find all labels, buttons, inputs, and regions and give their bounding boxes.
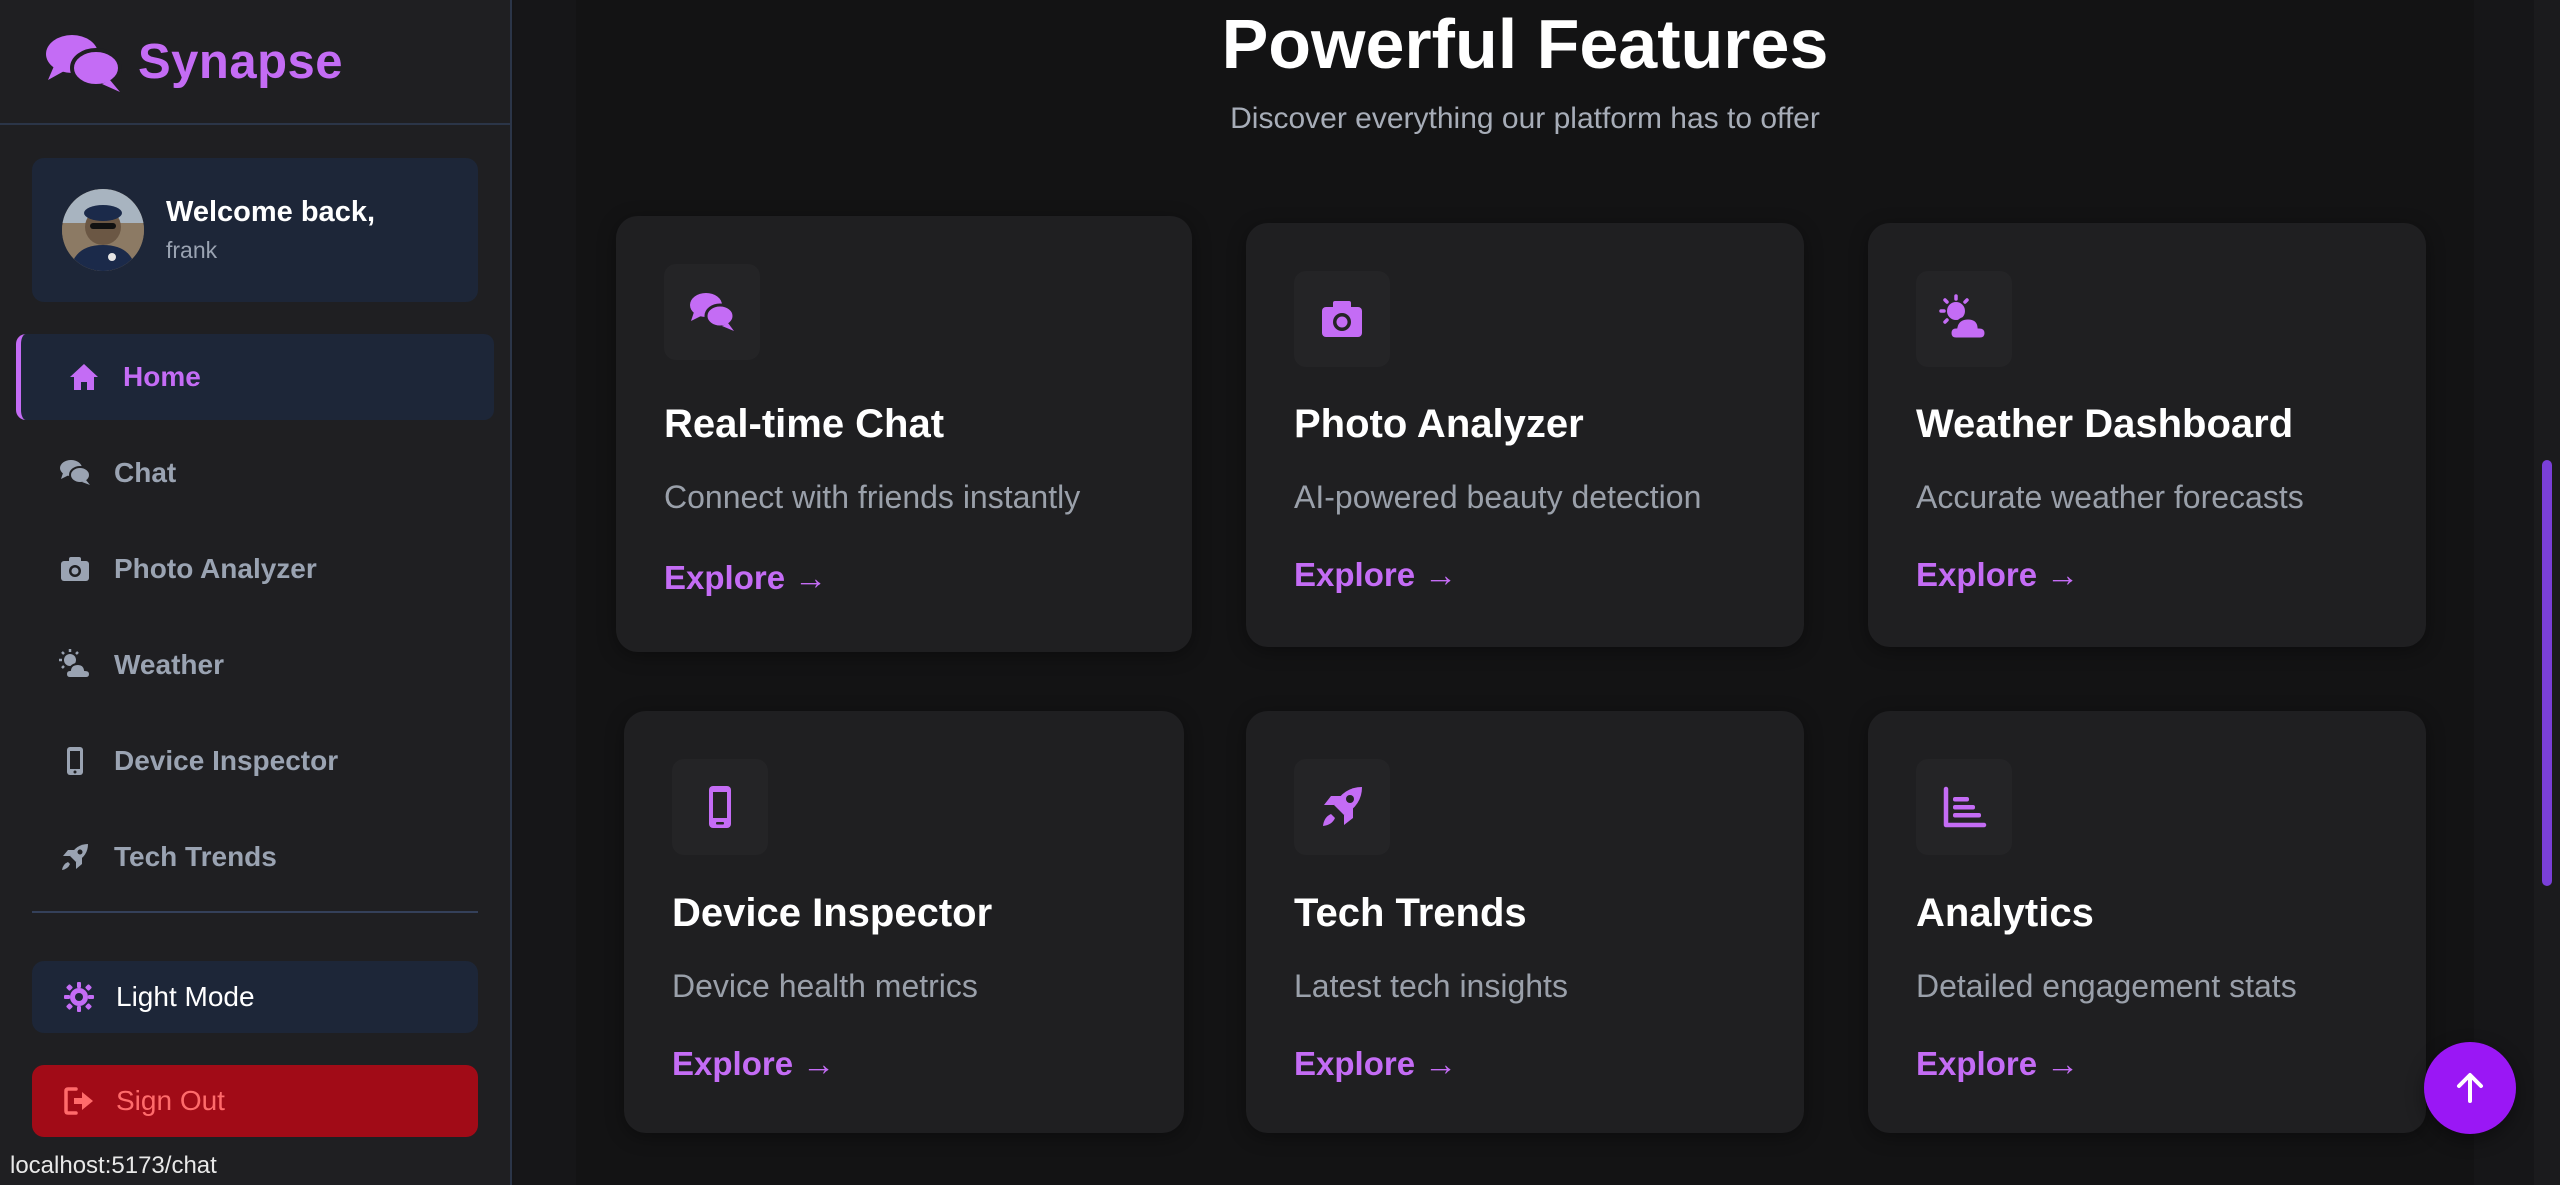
feature-card-analytics[interactable]: Analytics Detailed engagement stats Expl…	[1868, 711, 2426, 1133]
sign-out-label: Sign Out	[116, 1085, 225, 1116]
section-subtitle: Discover everything our platform has to …	[1230, 102, 1820, 135]
comments-icon	[690, 293, 736, 331]
card-icon-box	[672, 759, 768, 855]
sidebar-item-tech-trends[interactable]: Tech Trends	[32, 814, 478, 900]
app-root: Synapse Welcome back, frank Home Chat Ph…	[0, 0, 2560, 1185]
sidebar-divider	[32, 911, 478, 913]
sidebar-item-home[interactable]: Home	[16, 334, 494, 420]
card-title: Real-time Chat	[664, 402, 945, 446]
avatar[interactable]	[62, 189, 144, 271]
welcome-title: Welcome back,	[166, 196, 376, 228]
home-icon	[70, 364, 98, 390]
mobile-icon	[67, 747, 83, 775]
card-icon-box	[1916, 759, 2012, 855]
light-mode-button[interactable]: Light Mode	[32, 961, 478, 1033]
explore-link[interactable]: Explore →	[1916, 556, 2079, 594]
card-title: Device Inspector	[672, 891, 993, 935]
sidebar-item-label: Device Inspector	[114, 745, 339, 776]
brand-name: Synapse	[138, 34, 344, 89]
rocket-icon	[1323, 787, 1362, 826]
brand[interactable]: Synapse	[0, 0, 510, 125]
explore-link[interactable]: Explore →	[1916, 1045, 2079, 1083]
card-icon-box	[1294, 271, 1390, 367]
card-description: AI-powered beauty detection	[1294, 479, 1702, 515]
card-title: Weather Dashboard	[1916, 402, 2294, 446]
sign-out-icon	[64, 1087, 93, 1115]
feature-card-chat[interactable]: Real-time Chat Connect with friends inst…	[616, 216, 1192, 652]
welcome-username: frank	[166, 237, 218, 263]
welcome-card: Welcome back, frank	[32, 158, 478, 302]
sidebar-item-chat[interactable]: Chat	[32, 430, 478, 516]
comments-icon	[46, 34, 122, 92]
sun-gear-icon	[64, 982, 94, 1012]
card-title: Analytics	[1916, 891, 2094, 935]
feature-card-device-inspector[interactable]: Device Inspector Device health metrics E…	[624, 711, 1184, 1133]
card-description: Latest tech insights	[1294, 968, 1568, 1004]
rocket-icon	[62, 844, 88, 870]
card-icon-box	[1916, 271, 2012, 367]
card-icon-box	[664, 264, 760, 360]
card-description: Device health metrics	[672, 968, 978, 1004]
chart-bar-icon	[1943, 786, 1987, 828]
sign-out-button[interactable]: Sign Out	[32, 1065, 478, 1137]
scrollbar[interactable]	[2534, 0, 2560, 1185]
feature-card-weather[interactable]: Weather Dashboard Accurate weather forec…	[1868, 223, 2426, 647]
cloud-sun-icon	[1939, 294, 1988, 341]
explore-link[interactable]: Explore →	[1294, 556, 1457, 594]
status-bar-url: localhost:5173/chat	[0, 1147, 227, 1185]
light-mode-label: Light Mode	[116, 981, 255, 1012]
feature-card-photo-analyzer[interactable]: Photo Analyzer AI-powered beauty detecti…	[1246, 223, 1804, 647]
card-title: Photo Analyzer	[1294, 402, 1584, 446]
welcome-text: Welcome back, frank	[166, 196, 375, 264]
camera-icon	[61, 557, 89, 581]
card-icon-box	[1294, 759, 1390, 855]
mobile-icon	[709, 786, 731, 828]
scrollbar-thumb[interactable]	[2542, 460, 2552, 886]
sidebar-item-weather[interactable]: Weather	[32, 622, 478, 708]
section-title: Powerful Features	[1221, 5, 1829, 83]
sidebar-item-photo-analyzer[interactable]: Photo Analyzer	[32, 526, 478, 612]
sidebar: Synapse Welcome back, frank Home Chat Ph…	[0, 0, 512, 1185]
card-title: Tech Trends	[1294, 891, 1527, 935]
sidebar-item-device-inspector[interactable]: Device Inspector	[32, 718, 478, 804]
explore-link[interactable]: Explore →	[672, 1045, 835, 1083]
camera-icon	[1322, 301, 1362, 337]
explore-link[interactable]: Explore →	[664, 559, 827, 597]
arrow-up-icon	[2457, 1073, 2483, 1103]
card-description: Detailed engagement stats	[1916, 968, 2297, 1004]
sidebar-item-label: Tech Trends	[114, 841, 277, 872]
card-description: Connect with friends instantly	[664, 479, 1081, 515]
feature-card-tech-trends[interactable]: Tech Trends Latest tech insights Explore…	[1246, 711, 1804, 1133]
sidebar-item-label: Weather	[114, 649, 224, 680]
features-section: Powerful Features Discover everything ou…	[576, 0, 2474, 1185]
comments-icon	[60, 460, 91, 485]
main-content: Powerful Features Discover everything ou…	[514, 0, 2534, 1185]
card-description: Accurate weather forecasts	[1916, 479, 2304, 515]
scroll-to-top-button[interactable]	[2424, 1042, 2516, 1134]
sidebar-item-label: Photo Analyzer	[114, 553, 317, 584]
sidebar-item-label: Chat	[114, 457, 177, 488]
cloud-sun-icon	[59, 649, 92, 679]
explore-link[interactable]: Explore →	[1294, 1045, 1457, 1083]
sidebar-item-label: Home	[123, 361, 201, 392]
